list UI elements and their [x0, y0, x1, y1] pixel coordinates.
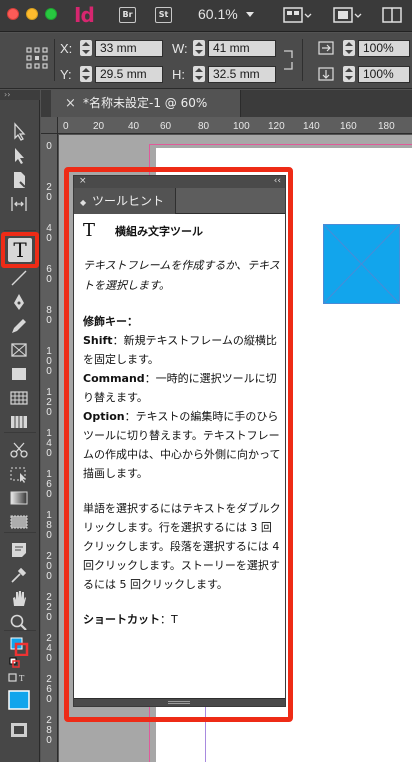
apply-color-icon[interactable] — [8, 690, 30, 710]
control-panel: X: 33 mm Y: 29.5 mm W: 41 mm H: 32.5 mm … — [0, 33, 412, 89]
h-field[interactable]: 32.5 mm — [208, 66, 276, 83]
tool-hints-highlight — [64, 167, 293, 722]
rectangle-frame-tool-icon[interactable] — [8, 340, 30, 360]
tool-separator — [4, 630, 36, 631]
x-stepper[interactable] — [80, 40, 92, 56]
zoom-window-button[interactable] — [45, 8, 57, 20]
ruler-h-label: 60 — [160, 121, 172, 132]
scale-y-icon — [318, 66, 340, 84]
view-options-icon[interactable] — [283, 6, 312, 24]
hand-tool-icon[interactable] — [8, 588, 30, 608]
ruler-v-label: 200 — [46, 551, 52, 582]
ruler-h-label: 160 — [340, 121, 357, 132]
reference-point-icon[interactable] — [26, 47, 48, 69]
document-tab[interactable]: × *名称未設定-1 @ 60% — [51, 90, 241, 117]
bridge-button[interactable]: Br — [119, 7, 136, 23]
gradient-swatch-tool-icon[interactable] — [8, 488, 30, 508]
type-tool-highlight — [1, 232, 39, 268]
scale-x-field[interactable]: 100% — [358, 40, 410, 57]
pen-tool-icon[interactable] — [8, 292, 30, 312]
pencil-tool-icon[interactable] — [8, 316, 30, 336]
w-field[interactable]: 41 mm — [208, 40, 276, 57]
ruler-v-label: 180 — [46, 510, 52, 541]
ruler-v-label: 40 — [46, 223, 52, 244]
ruler-origin[interactable] — [41, 117, 58, 134]
ruler-h-label: 100 — [233, 121, 250, 132]
ruler-v-label: 260 — [46, 674, 52, 705]
zoom-level[interactable]: 60.1% — [198, 6, 238, 22]
vertical-grid-tool-icon[interactable] — [8, 412, 30, 432]
ruler-v-label: 120 — [46, 387, 52, 418]
selected-frame[interactable] — [323, 224, 400, 304]
bleed-guide-top — [149, 144, 412, 145]
ruler-v-label: 0 — [46, 141, 52, 152]
ruler-v-label: 140 — [46, 428, 52, 459]
page-tool-icon[interactable] — [8, 170, 30, 190]
document-tab-title: *名称未設定-1 @ 60% — [83, 96, 208, 110]
stock-button[interactable]: St — [155, 7, 172, 23]
close-window-button[interactable] — [7, 8, 19, 20]
tool-separator — [4, 230, 36, 231]
ruler-h-label: 80 — [198, 121, 210, 132]
direct-selection-tool-icon[interactable] — [8, 146, 30, 166]
indesign-logo: Id — [74, 3, 95, 27]
scissors-tool-icon[interactable] — [8, 440, 30, 460]
scale-y-field[interactable]: 100% — [358, 66, 410, 83]
scale-x-icon — [318, 40, 340, 58]
h-label: H: — [172, 67, 185, 82]
note-tool-icon[interactable] — [8, 540, 30, 560]
screen-mode-icon[interactable] — [333, 6, 362, 24]
y-stepper[interactable] — [80, 66, 92, 82]
ruler-v-label: 80 — [46, 305, 52, 326]
minimize-window-button[interactable] — [26, 8, 38, 20]
ruler-h-label: 40 — [128, 121, 140, 132]
zoom-tool-icon[interactable] — [8, 612, 30, 632]
ruler-v-label: 240 — [46, 633, 52, 664]
tool-separator — [4, 432, 36, 433]
rectangle-tool-icon[interactable] — [8, 364, 30, 384]
ruler-v-label: 60 — [46, 264, 52, 285]
line-tool-icon[interactable] — [8, 268, 30, 288]
w-label: W: — [172, 41, 188, 56]
free-transform-tool-icon[interactable] — [8, 464, 30, 484]
screen-mode-icon[interactable] — [8, 720, 30, 740]
zoom-dropdown-icon[interactable] — [246, 12, 254, 17]
ruler-v-label: 160 — [46, 469, 52, 500]
close-tab-icon[interactable]: × — [65, 90, 76, 117]
constrain-proportions-icon[interactable] — [282, 49, 304, 70]
ruler-h-label: 180 — [378, 121, 395, 132]
scale-x-stepper[interactable] — [343, 40, 355, 56]
ruler-h-label: 120 — [268, 121, 285, 132]
divider — [302, 39, 303, 81]
w-stepper[interactable] — [193, 40, 205, 56]
eyedropper-tool-icon[interactable] — [8, 564, 30, 584]
h-stepper[interactable] — [193, 66, 205, 82]
arrange-documents-icon[interactable] — [382, 6, 404, 24]
ruler-v-label: 280 — [46, 715, 52, 746]
x-field[interactable]: 33 mm — [95, 40, 163, 57]
ruler-h-label: 140 — [303, 121, 320, 132]
horizontal-grid-tool-icon[interactable] — [8, 388, 30, 408]
gradient-feather-tool-icon[interactable] — [8, 512, 30, 532]
svg-text:T: T — [19, 674, 25, 683]
tool-separator — [4, 532, 36, 533]
formatting-affects-icon[interactable]: T — [8, 672, 30, 692]
selection-tool-icon[interactable] — [8, 122, 30, 142]
application-bar: Id Br St 60.1% — [0, 0, 412, 32]
divider — [54, 39, 55, 81]
tools-panel-grip[interactable]: ›› — [0, 90, 40, 100]
ruler-v-label: 100 — [46, 346, 52, 377]
y-field[interactable]: 29.5 mm — [95, 66, 163, 83]
indesign-window: Id Br St 60.1% X: 33 mm Y: 29.5 mm W: 41… — [0, 0, 412, 762]
gap-tool-icon[interactable] — [8, 194, 30, 214]
document-tab-bar: × *名称未設定-1 @ 60% — [41, 90, 412, 117]
x-label: X: — [60, 41, 73, 56]
scale-y-stepper[interactable] — [343, 66, 355, 82]
ruler-h-label: 20 — [93, 121, 105, 132]
ruler-v-label: 20 — [46, 182, 52, 203]
ruler-h-label: 0 — [63, 121, 69, 132]
ruler-v-label: 220 — [46, 592, 52, 623]
fill-stroke-icon[interactable] — [8, 636, 30, 656]
y-label: Y: — [60, 67, 72, 82]
